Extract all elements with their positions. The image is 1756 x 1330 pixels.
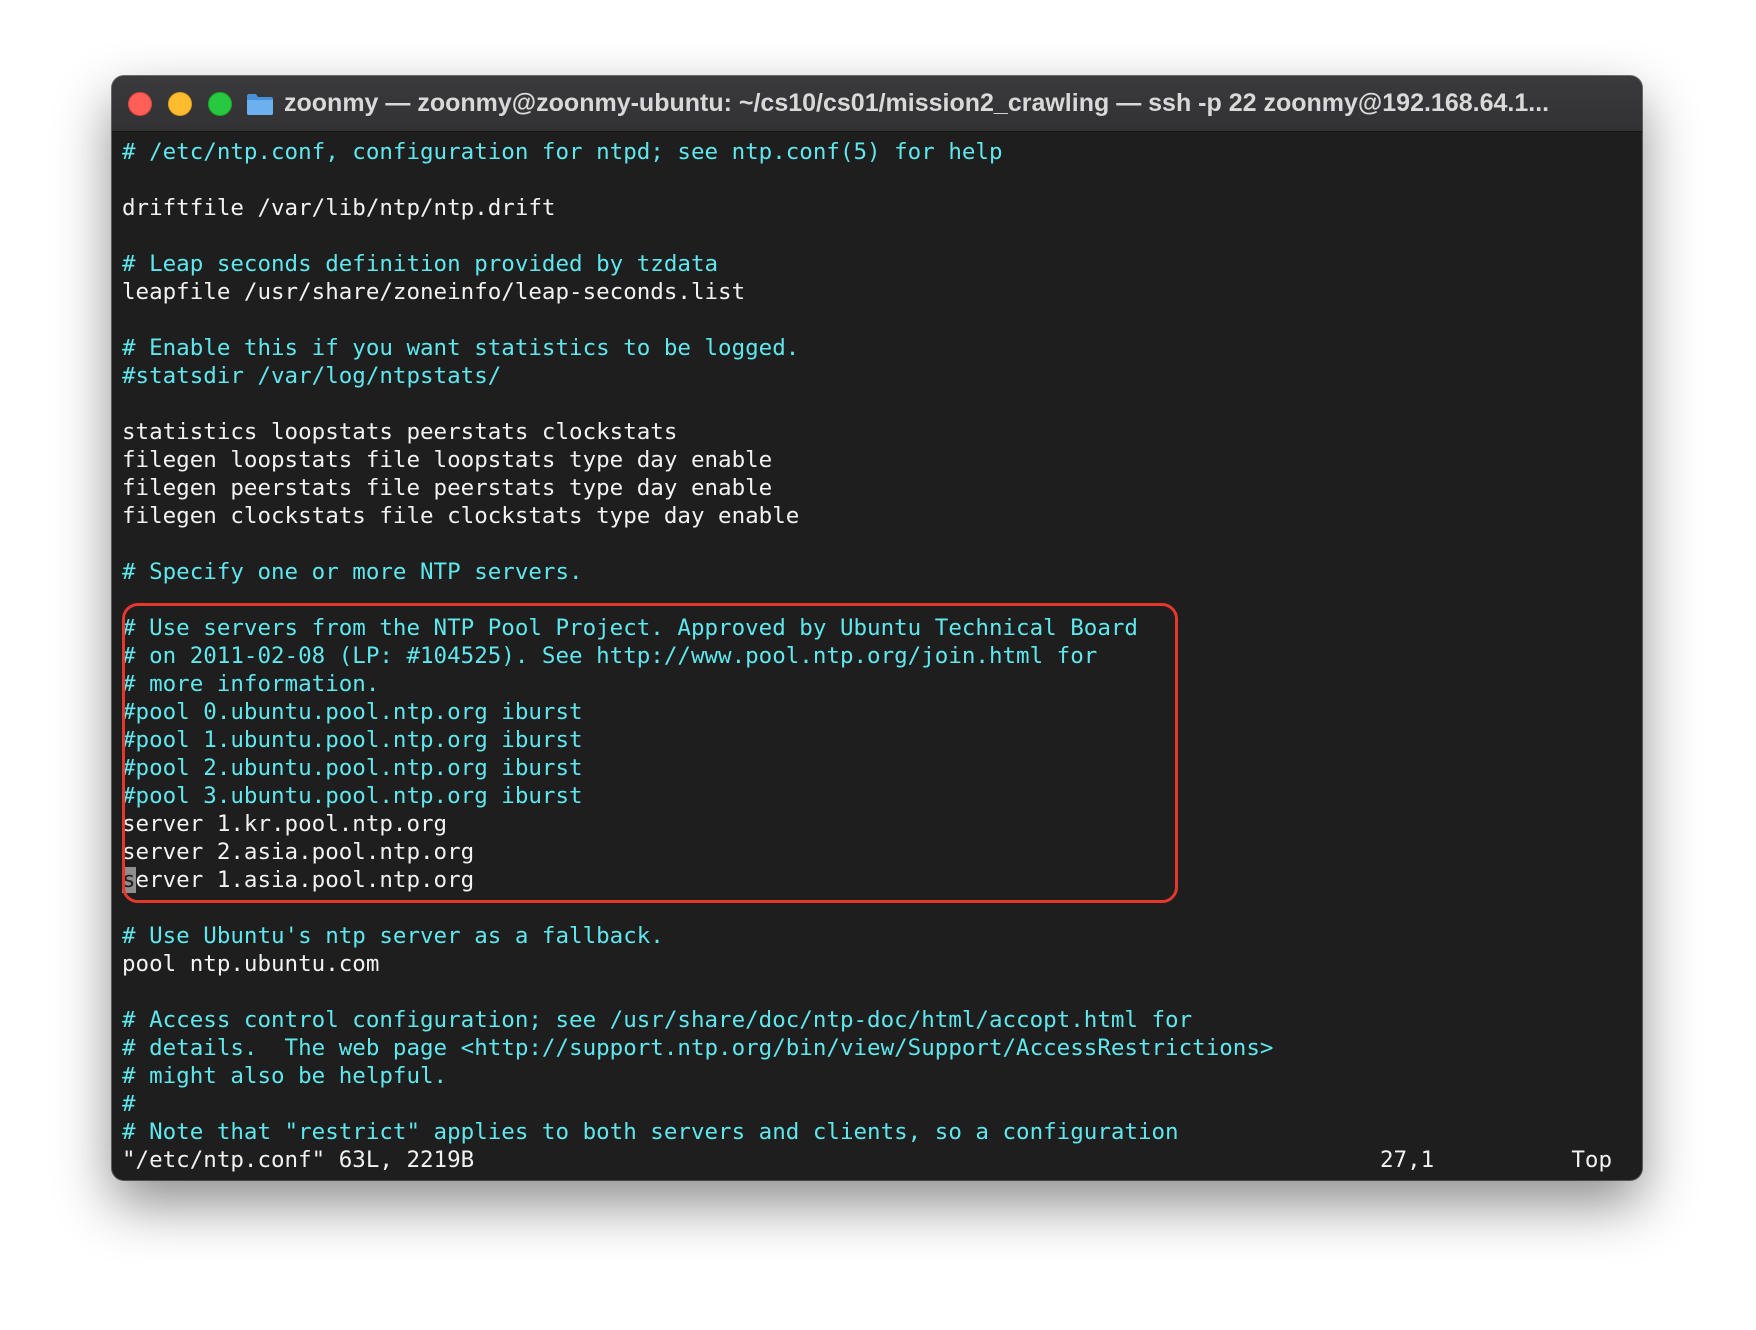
terminal-content[interactable]: # /etc/ntp.conf, configuration for ntpd;… (122, 138, 1632, 1180)
editor-buffer[interactable]: # /etc/ntp.conf, configuration for ntpd;… (122, 138, 1632, 1146)
comment-line[interactable]: # (122, 1090, 1632, 1118)
comment-line[interactable]: # on 2011-02-08 (LP: #104525). See http:… (122, 642, 1632, 670)
title-bar[interactable]: zoonmy — zoonmy@zoonmy-ubuntu: ~/cs10/cs… (112, 76, 1642, 132)
blank-line[interactable] (122, 306, 1632, 334)
config-line[interactable]: filegen loopstats file loopstats type da… (122, 446, 1632, 474)
config-line[interactable]: server 1.kr.pool.ntp.org (122, 810, 1632, 838)
config-line[interactable]: server 2.asia.pool.ntp.org (122, 838, 1632, 866)
status-scroll-position: Top (1571, 1147, 1612, 1173)
status-file-info: "/etc/ntp.conf" 63L, 2219B (122, 1147, 475, 1173)
comment-line[interactable]: # details. The web page <http://support.… (122, 1034, 1632, 1062)
vim-status-line: "/etc/ntp.conf" 63L, 2219B 27,1 Top (122, 1146, 1632, 1174)
close-button[interactable] (128, 91, 152, 116)
blank-line[interactable] (122, 586, 1632, 614)
folder-icon (247, 93, 273, 115)
status-cursor-position: 27,1 (1380, 1147, 1435, 1173)
blank-line[interactable] (122, 390, 1632, 418)
minimize-button[interactable] (168, 91, 192, 116)
comment-line[interactable]: # Leap seconds definition provided by tz… (122, 250, 1632, 278)
terminal-window: zoonmy — zoonmy@zoonmy-ubuntu: ~/cs10/cs… (112, 76, 1642, 1180)
comment-line[interactable]: # Enable this if you want statistics to … (122, 334, 1632, 362)
config-line[interactable]: filegen clockstats file clockstats type … (122, 502, 1632, 530)
comment-line[interactable]: # Use Ubuntu's ntp server as a fallback. (122, 922, 1632, 950)
comment-line[interactable]: # /etc/ntp.conf, configuration for ntpd;… (122, 138, 1632, 166)
comment-line[interactable]: # Specify one or more NTP servers. (122, 558, 1632, 586)
comment-line[interactable]: #pool 2.ubuntu.pool.ntp.org iburst (122, 754, 1632, 782)
blank-line[interactable] (122, 530, 1632, 558)
comment-line[interactable]: # Access control configuration; see /usr… (122, 1006, 1632, 1034)
comment-line[interactable]: # Note that "restrict" applies to both s… (122, 1118, 1632, 1146)
comment-line[interactable]: # Use servers from the NTP Pool Project.… (122, 614, 1632, 642)
comment-line[interactable]: #pool 0.ubuntu.pool.ntp.org iburst (122, 698, 1632, 726)
comment-line[interactable]: # more information. (122, 670, 1632, 698)
config-line[interactable]: statistics loopstats peerstats clockstat… (122, 418, 1632, 446)
config-line[interactable]: pool ntp.ubuntu.com (122, 950, 1632, 978)
line-text: erver 1.asia.pool.ntp.org (135, 867, 475, 893)
comment-line[interactable]: # might also be helpful. (122, 1062, 1632, 1090)
blank-line[interactable] (122, 166, 1632, 194)
blank-line[interactable] (122, 978, 1632, 1006)
config-line[interactable]: filegen peerstats file peerstats type da… (122, 474, 1632, 502)
comment-line[interactable]: #pool 3.ubuntu.pool.ntp.org iburst (122, 782, 1632, 810)
comment-line[interactable]: #pool 1.ubuntu.pool.ntp.org iburst (122, 726, 1632, 754)
blank-line[interactable] (122, 222, 1632, 250)
text-cursor: s (122, 867, 136, 893)
comment-line[interactable]: #statsdir /var/log/ntpstats/ (122, 362, 1632, 390)
config-line[interactable]: leapfile /usr/share/zoneinfo/leap-second… (122, 278, 1632, 306)
config-line[interactable]: server 1.asia.pool.ntp.org (122, 866, 1632, 894)
window-title: zoonmy — zoonmy@zoonmy-ubuntu: ~/cs10/cs… (284, 89, 1550, 117)
config-line[interactable]: driftfile /var/lib/ntp/ntp.drift (122, 194, 1632, 222)
zoom-button[interactable] (208, 91, 232, 116)
blank-line[interactable] (122, 894, 1632, 922)
